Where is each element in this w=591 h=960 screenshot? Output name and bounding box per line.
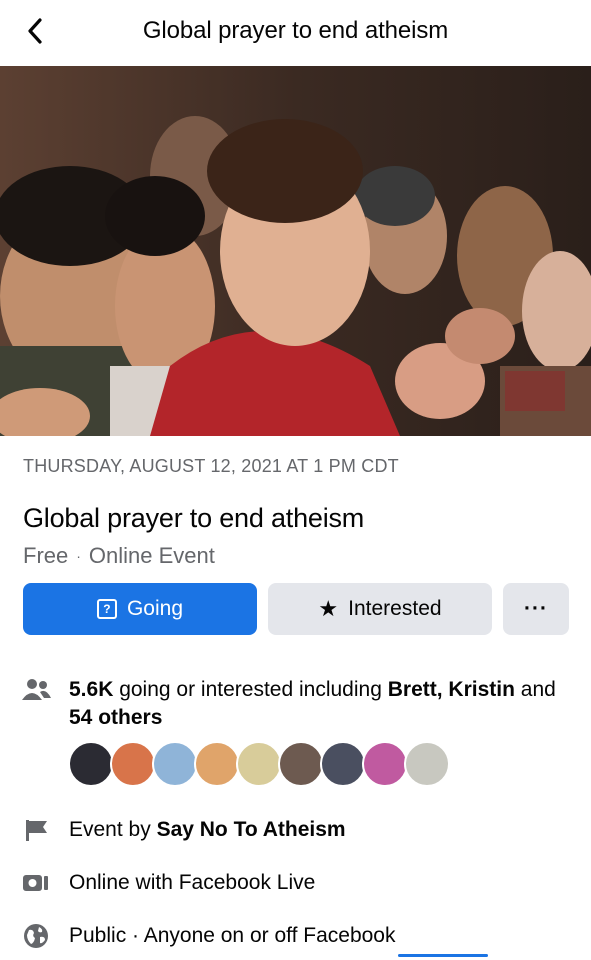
flag-icon — [20, 816, 52, 844]
avatar — [68, 741, 114, 787]
attendees-description: going or interested including — [119, 678, 382, 701]
online-text: Online with Facebook Live — [69, 871, 316, 894]
people-icon — [20, 676, 52, 704]
avatar — [404, 741, 450, 787]
more-icon: ··· — [524, 597, 548, 620]
attendees-names[interactable]: Brett, Kristin — [388, 678, 515, 701]
online-row[interactable]: Online with Facebook Live — [20, 869, 315, 897]
globe-icon — [20, 922, 52, 950]
avatar — [236, 741, 282, 787]
host-name[interactable]: Say No To Atheism — [157, 818, 346, 841]
avatar — [194, 741, 240, 787]
avatar — [362, 741, 408, 787]
host-text: Event by Say No To Atheism — [69, 816, 346, 844]
event-title: Global prayer to end atheism — [23, 503, 365, 533]
scroll-indicator — [398, 954, 488, 957]
avatar — [152, 741, 198, 787]
going-label: Going — [126, 597, 184, 620]
attendees-and: and — [520, 678, 556, 701]
privacy-row: Public · Anyone on or off Facebook — [20, 922, 395, 950]
event-type: Online Event — [88, 543, 215, 568]
avatar — [110, 741, 156, 787]
event-meta: Free · Online Event — [23, 543, 215, 569]
attendees-text: 5.6K going or interested including Brett… — [69, 676, 565, 732]
star-icon: ★ — [318, 596, 339, 621]
avatar — [320, 741, 366, 787]
event-price: Free — [23, 543, 69, 568]
interested-label: Interested — [348, 597, 442, 620]
meta-separator: · — [76, 548, 81, 564]
attendees-others[interactable]: 54 others — [69, 706, 162, 729]
attendees-count: 5.6K — [69, 678, 114, 701]
host-row[interactable]: Event by Say No To Atheism — [20, 816, 346, 844]
interested-button[interactable]: ★ Interested — [268, 583, 492, 635]
avatar — [278, 741, 324, 787]
attendee-avatars[interactable] — [68, 741, 468, 789]
event-date: THURSDAY, AUGUST 12, 2021 AT 1 PM CDT — [23, 456, 399, 476]
video-camera-icon — [20, 869, 52, 897]
privacy-text: Public · Anyone on or off Facebook — [69, 924, 396, 947]
top-bar: Global prayer to end atheism — [0, 0, 591, 66]
page-title: Global prayer to end atheism — [142, 17, 449, 44]
question-calendar-icon: ? — [96, 599, 117, 619]
more-options-button[interactable]: ··· — [503, 583, 569, 635]
host-prefix: Event by — [69, 818, 151, 841]
event-cover-photo — [0, 66, 591, 436]
going-button[interactable]: ? Going — [23, 583, 257, 635]
attendees-row[interactable]: 5.6K going or interested including Brett… — [20, 676, 565, 732]
